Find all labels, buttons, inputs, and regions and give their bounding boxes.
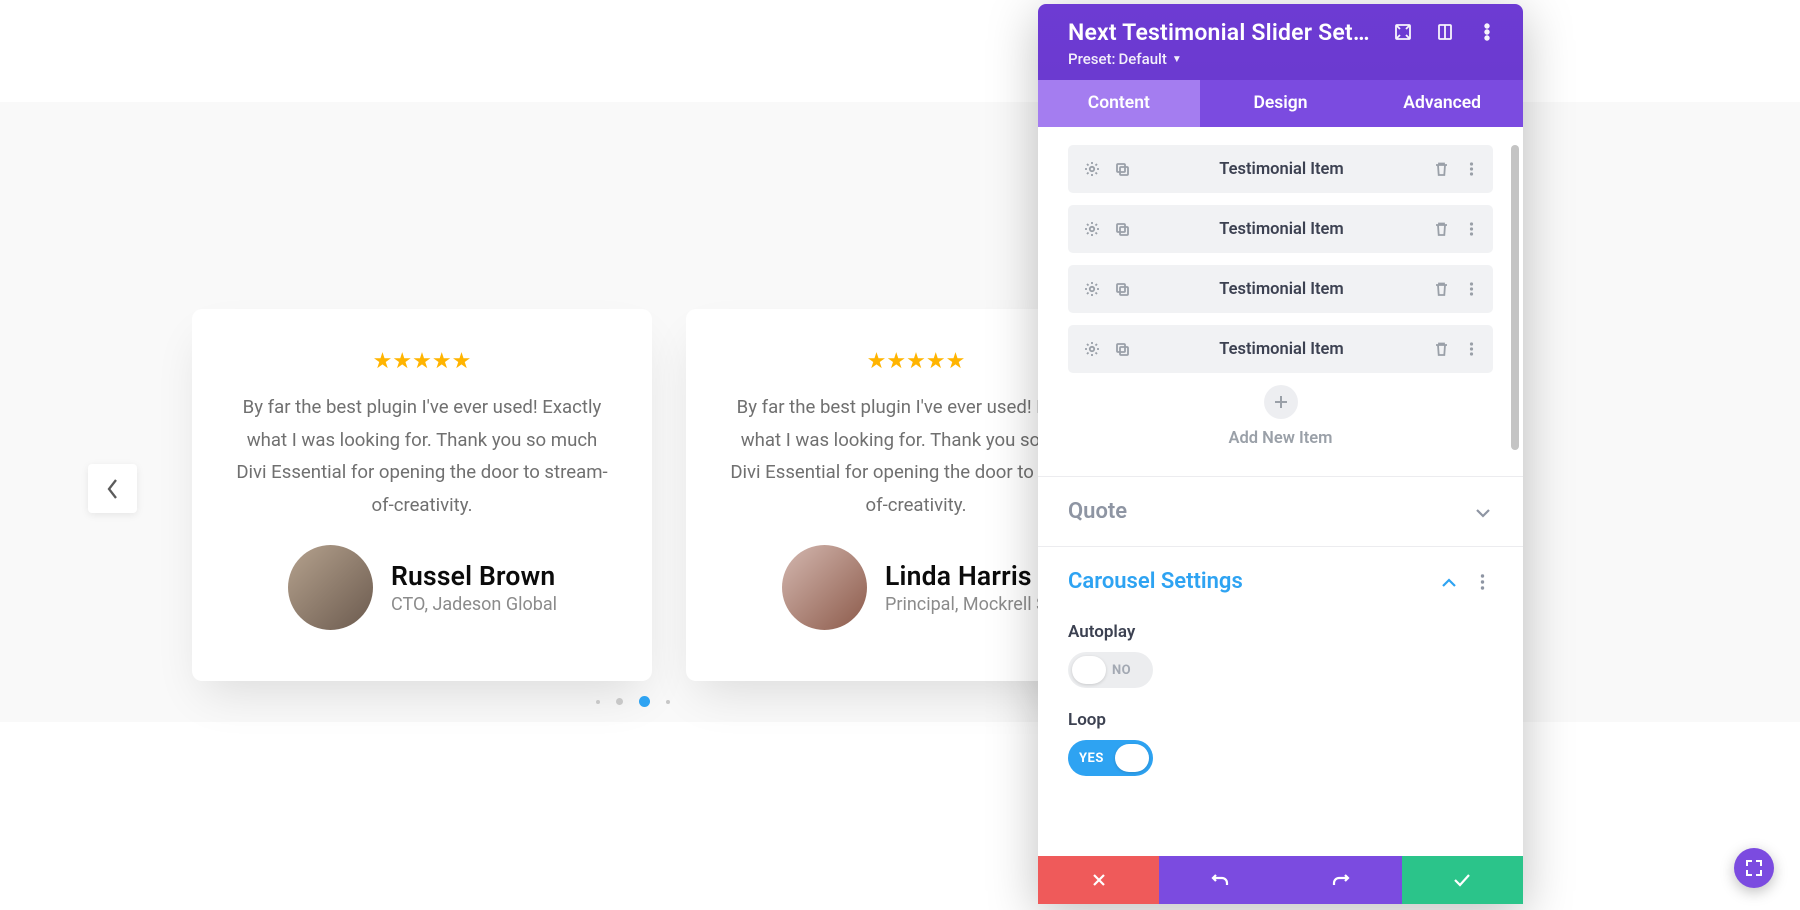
expand-icon[interactable]: [1389, 18, 1417, 46]
tab-content[interactable]: Content: [1038, 80, 1200, 127]
more-icon[interactable]: [1473, 18, 1501, 46]
section-carousel-settings[interactable]: Carousel Settings: [1068, 547, 1493, 616]
panel-body[interactable]: Testimonial Item Testimonial Item Testim…: [1038, 127, 1523, 856]
expand-fab[interactable]: [1734, 848, 1774, 888]
star-icon: ★: [906, 351, 926, 373]
more-icon[interactable]: [1461, 219, 1481, 239]
gear-icon[interactable]: [1082, 339, 1102, 359]
tab-advanced[interactable]: Advanced: [1361, 80, 1523, 127]
item-label: Testimonial Item: [1142, 160, 1421, 179]
item-label: Testimonial Item: [1142, 340, 1421, 359]
loop-label: Loop: [1068, 710, 1493, 730]
star-icon: ★: [373, 351, 393, 373]
item-label: Testimonial Item: [1142, 220, 1421, 239]
rating-stars: ★★★★★: [373, 351, 472, 373]
testimonial-quote: By far the best plugin I've ever used! E…: [230, 391, 614, 521]
tab-design[interactable]: Design: [1200, 80, 1362, 127]
gear-icon[interactable]: [1082, 279, 1102, 299]
testimonial-card: ★★★★★ By far the best plugin I've ever u…: [192, 309, 652, 681]
module-settings-panel: Next Testimonial Slider Sett… Preset: De…: [1038, 4, 1523, 904]
testimonial-item-row[interactable]: Testimonial Item: [1068, 145, 1493, 193]
more-icon[interactable]: [1461, 279, 1481, 299]
redo-button[interactable]: [1281, 856, 1402, 904]
section-quote[interactable]: Quote: [1068, 477, 1493, 546]
more-icon[interactable]: [1461, 159, 1481, 179]
gear-icon[interactable]: [1082, 219, 1102, 239]
more-icon[interactable]: [1461, 339, 1481, 359]
rating-stars: ★★★★★: [867, 351, 966, 373]
add-item-button[interactable]: [1264, 385, 1298, 419]
avatar: [288, 545, 373, 630]
author-name: Russel Brown: [391, 561, 557, 592]
trash-icon[interactable]: [1431, 279, 1451, 299]
star-icon: ★: [867, 351, 887, 373]
star-icon: ★: [412, 351, 432, 373]
testimonial-item-row[interactable]: Testimonial Item: [1068, 325, 1493, 373]
star-icon: ★: [946, 351, 966, 373]
preset-selector[interactable]: Preset: Default ▼: [1068, 50, 1501, 68]
star-icon: ★: [392, 351, 412, 373]
autoplay-label: Autoplay: [1068, 622, 1493, 642]
duplicate-icon[interactable]: [1112, 279, 1132, 299]
pagination-dot[interactable]: [596, 700, 600, 704]
item-label: Testimonial Item: [1142, 280, 1421, 299]
loop-toggle[interactable]: YES: [1068, 740, 1153, 776]
testimonial-item-row[interactable]: Testimonial Item: [1068, 205, 1493, 253]
chevron-down-icon: [1475, 503, 1493, 521]
panel-header[interactable]: Next Testimonial Slider Sett… Preset: De…: [1038, 4, 1523, 80]
pagination-dot-active[interactable]: [639, 696, 650, 707]
cancel-button[interactable]: [1038, 856, 1159, 904]
pagination-dot[interactable]: [616, 698, 623, 705]
toggle-knob: [1072, 656, 1106, 684]
trash-icon[interactable]: [1431, 339, 1451, 359]
duplicate-icon[interactable]: [1112, 339, 1132, 359]
chevron-up-icon: [1441, 573, 1459, 591]
undo-button[interactable]: [1159, 856, 1280, 904]
snap-icon[interactable]: [1431, 18, 1459, 46]
avatar: [782, 545, 867, 630]
scrollbar-thumb[interactable]: [1511, 145, 1519, 450]
autoplay-toggle[interactable]: NO: [1068, 652, 1153, 688]
save-button[interactable]: [1402, 856, 1523, 904]
author-role: CTO, Jadeson Global: [391, 594, 557, 615]
settings-tabs: Content Design Advanced: [1038, 80, 1523, 127]
gear-icon[interactable]: [1082, 159, 1102, 179]
panel-title: Next Testimonial Slider Sett…: [1068, 19, 1375, 46]
prev-arrow-button[interactable]: [88, 464, 137, 513]
trash-icon[interactable]: [1431, 159, 1451, 179]
star-icon: ★: [926, 351, 946, 373]
pagination-dot[interactable]: [666, 700, 670, 704]
star-icon: ★: [886, 351, 906, 373]
trash-icon[interactable]: [1431, 219, 1451, 239]
more-icon[interactable]: [1471, 573, 1493, 591]
star-icon: ★: [452, 351, 472, 373]
add-item-label: Add New Item: [1228, 429, 1332, 448]
testimonial-item-row[interactable]: Testimonial Item: [1068, 265, 1493, 313]
star-icon: ★: [432, 351, 452, 373]
toggle-knob: [1115, 744, 1149, 772]
duplicate-icon[interactable]: [1112, 159, 1132, 179]
panel-footer: [1038, 856, 1523, 904]
chevron-down-icon: ▼: [1172, 54, 1182, 65]
duplicate-icon[interactable]: [1112, 219, 1132, 239]
